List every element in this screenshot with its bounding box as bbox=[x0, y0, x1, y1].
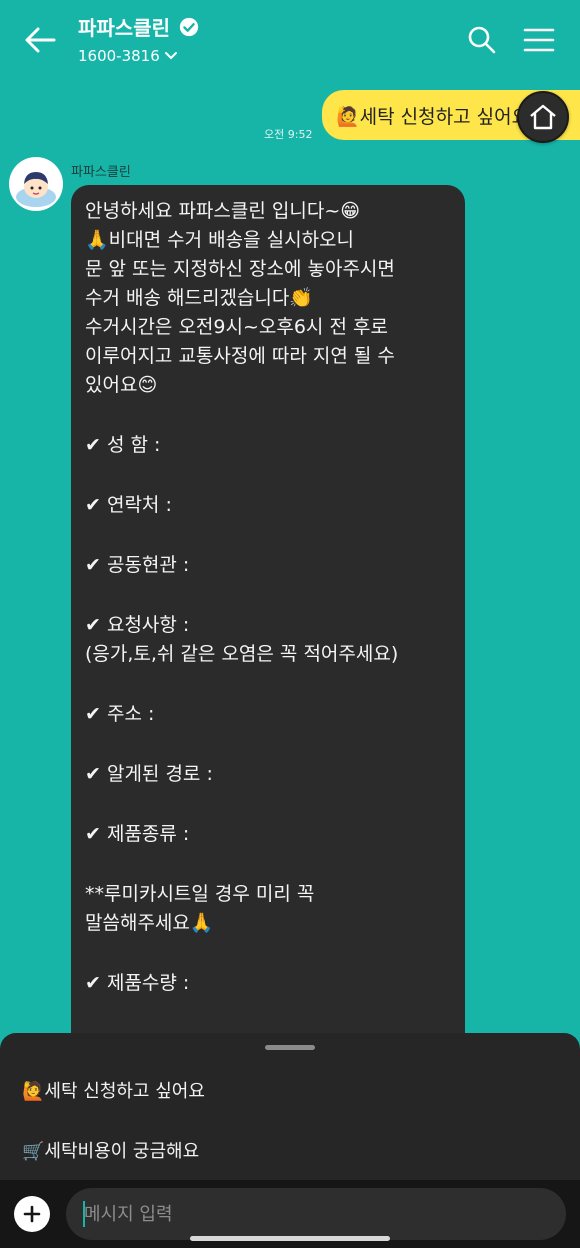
field-quantity: ✔ 제품수량 : bbox=[85, 972, 190, 994]
rumi-note-line-2: 말씀해주세요🙏 bbox=[85, 912, 214, 934]
search-button[interactable] bbox=[466, 24, 498, 56]
message-line: 안녕하세요 파파스클린 입니다~😁 bbox=[85, 200, 361, 222]
phone-number: 1600-3816 bbox=[78, 47, 160, 65]
field-contact: ✔ 연락처 : bbox=[85, 494, 172, 516]
home-button[interactable] bbox=[517, 91, 569, 143]
phone-dropdown[interactable]: 1600-3816 bbox=[78, 47, 200, 65]
incoming-message-bubble[interactable]: 안녕하세요 파파스클린 입니다~😁 🙏비대면 수거 배송을 실시하오니 문 앞 … bbox=[71, 185, 465, 1045]
verified-badge-icon bbox=[179, 17, 199, 36]
field-name: ✔ 성 함 : bbox=[85, 434, 161, 456]
field-address: ✔ 주소 : bbox=[85, 703, 155, 725]
field-entrance: ✔ 공동현관 : bbox=[85, 554, 190, 576]
message-line: 🙏비대면 수거 배송을 실시하오니 bbox=[85, 229, 355, 251]
quick-reply-laundry-cost[interactable]: 🛒세탁비용이 궁금해요 bbox=[22, 1137, 199, 1163]
rumi-note-line-1: **루미카시트일 경우 미리 꼭 bbox=[85, 883, 315, 905]
field-request: ✔ 요청사항 : bbox=[85, 614, 190, 636]
field-request-note: (응가,토,쉬 같은 오염은 꼭 적어주세요) bbox=[85, 643, 399, 665]
back-button[interactable] bbox=[20, 22, 60, 58]
sheet-drag-handle[interactable] bbox=[265, 1045, 315, 1050]
plus-icon bbox=[23, 1205, 41, 1223]
mascot-avatar-icon bbox=[16, 172, 56, 207]
hamburger-menu-icon bbox=[523, 28, 555, 52]
message-timestamp: 오전 9:52 bbox=[264, 128, 313, 141]
chevron-down-icon bbox=[164, 52, 177, 60]
menu-button[interactable] bbox=[522, 24, 556, 56]
channel-info: 파파스클린 1600-3816 bbox=[78, 12, 200, 65]
message-line: 문 앞 또는 지정하신 장소에 놓아주시면 bbox=[85, 258, 395, 280]
field-product-type: ✔ 제품종류 : bbox=[85, 823, 190, 845]
sender-name: 파파스클린 bbox=[71, 165, 131, 180]
message-input[interactable] bbox=[66, 1188, 566, 1240]
chat-header: 파파스클린 1600-3816 bbox=[0, 0, 580, 80]
channel-title: 파파스클린 bbox=[78, 16, 170, 40]
home-icon bbox=[530, 104, 556, 130]
message-line: 있어요😊 bbox=[85, 374, 158, 396]
home-indicator[interactable] bbox=[190, 1236, 390, 1241]
attach-button[interactable] bbox=[14, 1196, 50, 1232]
field-route: ✔ 알게된 경로 : bbox=[85, 763, 213, 785]
avatar[interactable] bbox=[9, 157, 63, 211]
quick-reply-sheet: 🙋세탁 신청하고 싶어요 🛒세탁비용이 궁금해요 bbox=[0, 1033, 580, 1185]
quick-reply-laundry-request[interactable]: 🙋세탁 신청하고 싶어요 bbox=[22, 1077, 205, 1103]
message-line: 수거시간은 오전9시~오후6시 전 후로 bbox=[85, 316, 388, 338]
message-line: 수거 배송 해드리겠습니다👏 bbox=[85, 287, 314, 309]
search-icon bbox=[468, 26, 496, 54]
arrow-left-icon bbox=[25, 27, 56, 53]
message-line: 이루어지고 교통사정에 따라 지연 될 수 bbox=[85, 345, 395, 367]
text-caret bbox=[83, 1201, 85, 1227]
